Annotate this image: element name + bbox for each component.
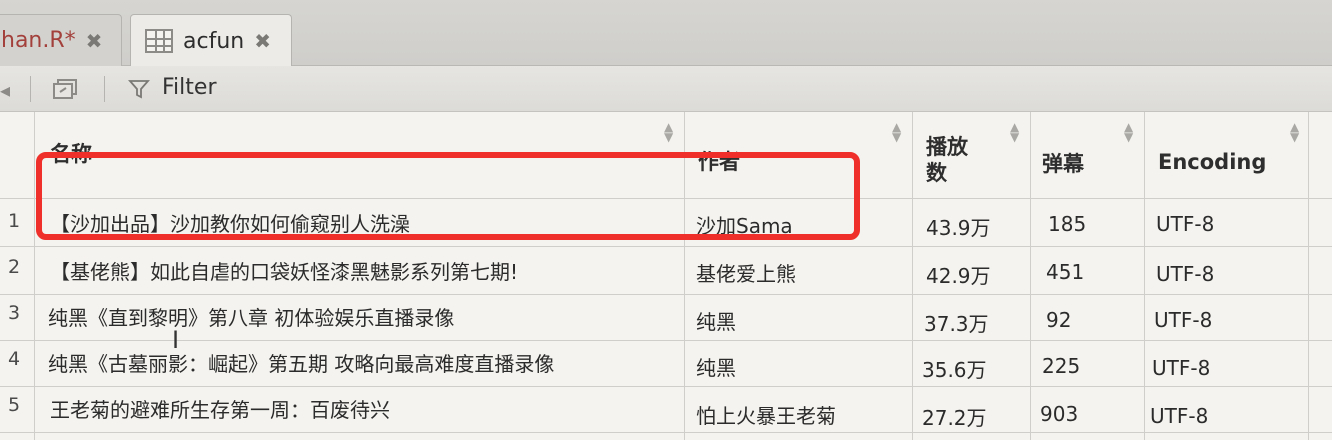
cell-plays[interactable]: 43.9万 — [926, 212, 991, 241]
data-viewer-toolbar: ◂ Filter — [0, 66, 1332, 112]
cell-plays[interactable]: 27.2万 — [922, 402, 987, 431]
row-divider — [0, 386, 1332, 387]
cell-author[interactable]: 怕上火暴王老菊 — [696, 400, 836, 429]
cell-encoding[interactable]: UTF-8 — [1154, 308, 1212, 332]
close-icon[interactable]: ✖ — [254, 29, 271, 53]
cell-danmaku[interactable]: 92 — [1046, 308, 1071, 332]
sort-icon[interactable]: ▲ ▼ — [892, 121, 901, 143]
row-divider — [0, 246, 1332, 247]
row-number: 4 — [8, 348, 21, 370]
close-icon[interactable]: ✖ — [86, 29, 103, 53]
cell-danmaku[interactable]: 225 — [1042, 354, 1080, 378]
column-divider — [1144, 112, 1145, 440]
row-divider — [0, 432, 1332, 433]
cell-title[interactable]: 【基佬熊】如此自虐的口袋妖怪漆黑魅影系列第七期! — [50, 256, 518, 285]
cell-danmaku[interactable]: 903 — [1040, 402, 1078, 426]
tab-script-label: han.R* — [1, 28, 76, 53]
toolbar-divider — [30, 76, 31, 102]
export-icon[interactable] — [52, 78, 82, 100]
back-arrow-icon[interactable]: ◂ — [0, 78, 10, 102]
sort-icon[interactable]: ▲ ▼ — [1124, 121, 1133, 143]
row-number: 1 — [8, 210, 21, 232]
sort-icon[interactable]: ▲ ▼ — [664, 121, 673, 143]
cell-author[interactable]: 纯黑 — [696, 306, 736, 335]
cell-author[interactable]: 纯黑 — [696, 352, 736, 381]
cell-title[interactable]: 王老菊的避难所生存第一周：百废待兴 — [50, 394, 390, 423]
row-divider — [0, 294, 1332, 295]
cell-encoding[interactable]: UTF-8 — [1152, 356, 1210, 380]
column-header-encoding[interactable]: Encoding — [1158, 150, 1266, 174]
cell-encoding[interactable]: UTF-8 — [1156, 262, 1214, 286]
highlight-annotation-box — [36, 152, 860, 240]
cell-danmaku[interactable]: 185 — [1048, 212, 1086, 236]
row-divider — [0, 340, 1332, 341]
cell-title[interactable]: 纯黑《直到黎明》第八章 初体验娱乐直播录像 — [48, 302, 454, 331]
cell-plays[interactable]: 35.6万 — [922, 354, 987, 383]
tab-script[interactable]: han.R* ✖ — [0, 14, 122, 66]
column-header-plays[interactable]: 播放数 — [926, 134, 980, 186]
sort-icon[interactable]: ▲ ▼ — [1290, 121, 1299, 143]
column-divider — [34, 112, 35, 440]
table-icon — [145, 29, 173, 53]
column-divider — [1308, 112, 1309, 440]
column-divider — [912, 112, 913, 440]
toolbar-divider — [104, 76, 105, 102]
row-number: 3 — [8, 302, 21, 324]
row-number: 5 — [8, 394, 21, 416]
column-header-danmaku[interactable]: 弹幕 — [1042, 148, 1084, 178]
tab-bar: han.R* ✖ acfun ✖ — [0, 0, 1332, 67]
sort-icon[interactable]: ▲ ▼ — [1010, 121, 1019, 143]
cell-encoding[interactable]: UTF-8 — [1150, 404, 1208, 428]
tab-acfun-label: acfun — [183, 28, 245, 54]
cell-plays[interactable]: 42.9万 — [926, 260, 991, 289]
filter-button[interactable]: Filter — [162, 75, 216, 100]
cell-author[interactable]: 基佬爱上熊 — [696, 258, 796, 287]
tab-acfun[interactable]: acfun ✖ — [130, 14, 292, 67]
column-divider — [1030, 112, 1031, 440]
text-cursor-icon: I — [172, 326, 180, 354]
cell-danmaku[interactable]: 451 — [1046, 260, 1084, 284]
cell-encoding[interactable]: UTF-8 — [1156, 212, 1214, 236]
cell-title[interactable]: 纯黑《古墓丽影：崛起》第五期 攻略向最高难度直播录像 — [48, 348, 554, 377]
row-number: 2 — [8, 256, 21, 278]
filter-icon[interactable] — [128, 78, 150, 100]
cell-plays[interactable]: 37.3万 — [924, 308, 989, 337]
